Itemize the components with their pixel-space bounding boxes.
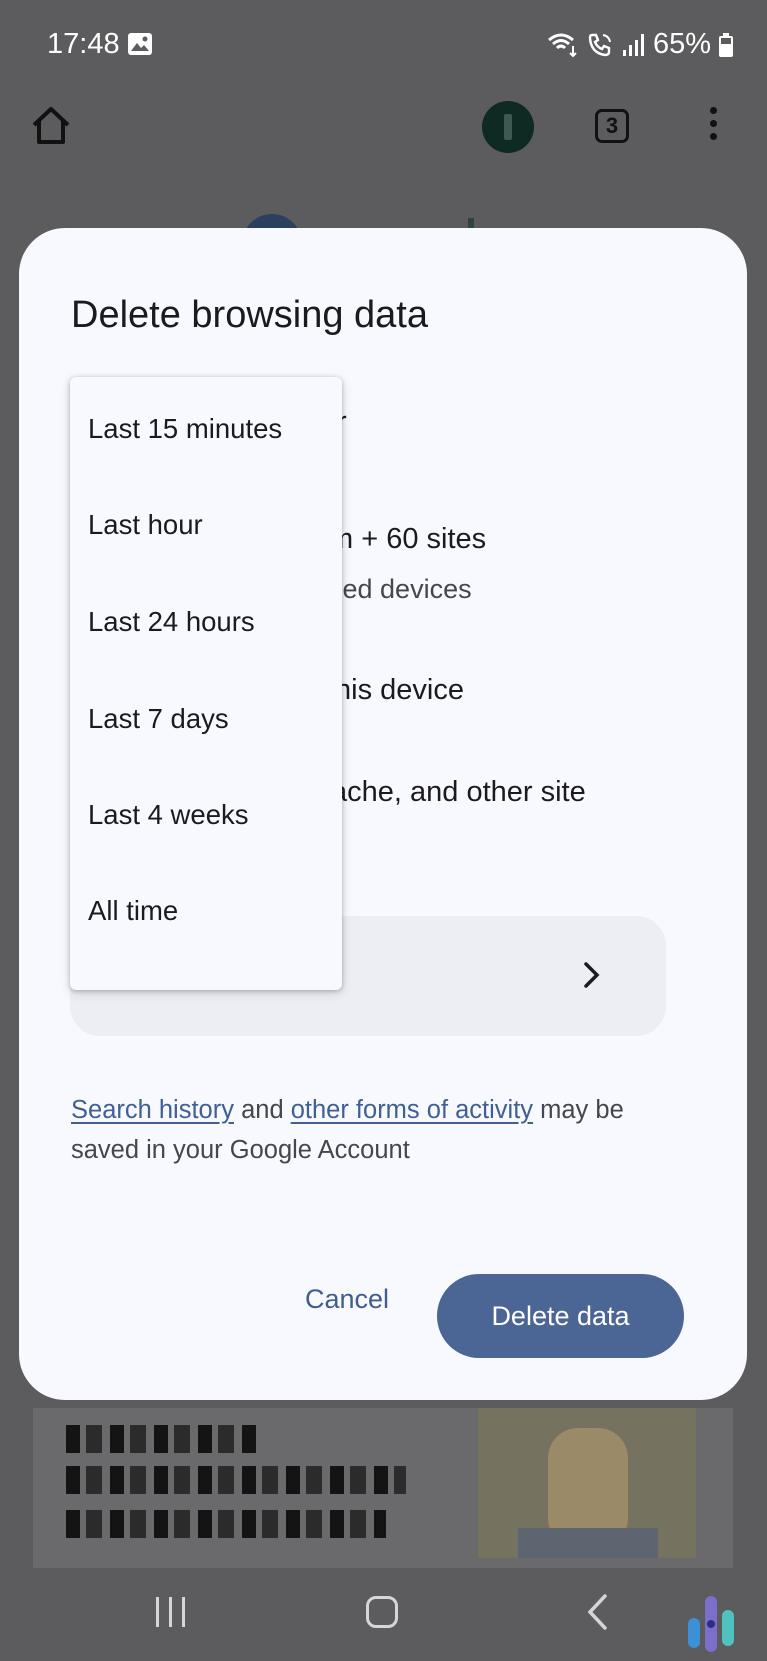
cookies-row[interactable]: his device (335, 674, 464, 707)
dropdown-option-last-7-days[interactable]: Last 7 days (88, 703, 229, 735)
tab-switcher-icon[interactable]: 3 (595, 109, 629, 143)
cancel-button[interactable]: Cancel (281, 1274, 413, 1324)
background-news-thumbnail (478, 1408, 696, 1558)
browsing-history-subtitle: ced devices (329, 574, 472, 604)
account-activity-notice: Search history and other forms of activi… (71, 1090, 671, 1170)
dropdown-option-last-15-minutes[interactable]: Last 15 minutes (88, 413, 282, 445)
home-icon[interactable] (30, 105, 72, 147)
pixelated-text-line (66, 1425, 256, 1453)
browsing-history-row[interactable]: m + 60 sites (329, 523, 486, 556)
dropdown-option-all-time[interactable]: All time (88, 895, 178, 927)
battery-icon (719, 32, 733, 57)
account-avatar[interactable] (482, 101, 534, 153)
dropdown-option-last-4-weeks[interactable]: Last 4 weeks (88, 799, 249, 831)
dropdown-option-last-24-hours[interactable]: Last 24 hours (88, 606, 255, 638)
wifi-calling-icon (547, 33, 577, 57)
nav-home-icon[interactable] (366, 1596, 398, 1628)
nav-back-icon[interactable] (585, 1593, 609, 1631)
pixelated-text-line (66, 1466, 406, 1494)
system-nav-bar (0, 1575, 767, 1661)
browser-toolbar: 3 (0, 95, 767, 175)
brand-watermark-logo (688, 1596, 734, 1652)
status-time: 17:48 (47, 28, 120, 60)
battery-percent: 65% (652, 28, 711, 60)
call-icon (588, 33, 611, 56)
other-activity-link[interactable]: other forms of activity (291, 1096, 533, 1124)
pixelated-text-line (66, 1510, 386, 1538)
notice-and: and (234, 1096, 291, 1124)
more-menu-icon[interactable] (705, 107, 721, 147)
status-bar: 17:48 65% (0, 0, 767, 90)
dropdown-option-last-hour[interactable]: Last hour (88, 509, 203, 541)
cached-files-row[interactable]: ache, and other site (331, 776, 586, 809)
status-icons: 65% (547, 28, 733, 61)
gallery-notification-icon (128, 33, 152, 55)
delete-data-button[interactable]: Delete data (437, 1274, 684, 1358)
chevron-right-icon (584, 962, 600, 988)
signal-icon (622, 33, 644, 56)
search-history-link[interactable]: Search history (71, 1096, 234, 1124)
recents-icon[interactable] (154, 1595, 188, 1629)
dialog-title: Delete browsing data (71, 294, 428, 336)
time-range-dropdown: Last 15 minutes Last hour Last 24 hours … (70, 377, 342, 990)
